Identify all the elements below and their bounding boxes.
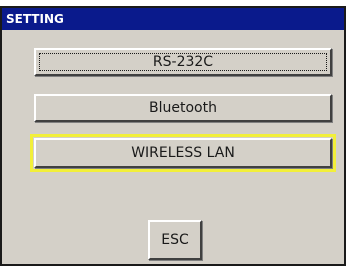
wireless-lan-button[interactable]: WIRELESS LAN <box>34 138 332 168</box>
rs232c-button[interactable]: RS-232C <box>34 48 332 76</box>
bluetooth-button-label: Bluetooth <box>149 100 217 116</box>
bluetooth-button[interactable]: Bluetooth <box>34 94 332 122</box>
rs232c-button-label: RS-232C <box>152 54 214 70</box>
window-title: SETTING <box>2 8 344 30</box>
wireless-lan-button-label: WIRELESS LAN <box>131 145 235 161</box>
setting-window: SETTING RS-232C Bluetooth WIRELESS LAN E… <box>0 6 346 266</box>
esc-button-label: ESC <box>161 232 189 248</box>
esc-button[interactable]: ESC <box>148 220 202 260</box>
